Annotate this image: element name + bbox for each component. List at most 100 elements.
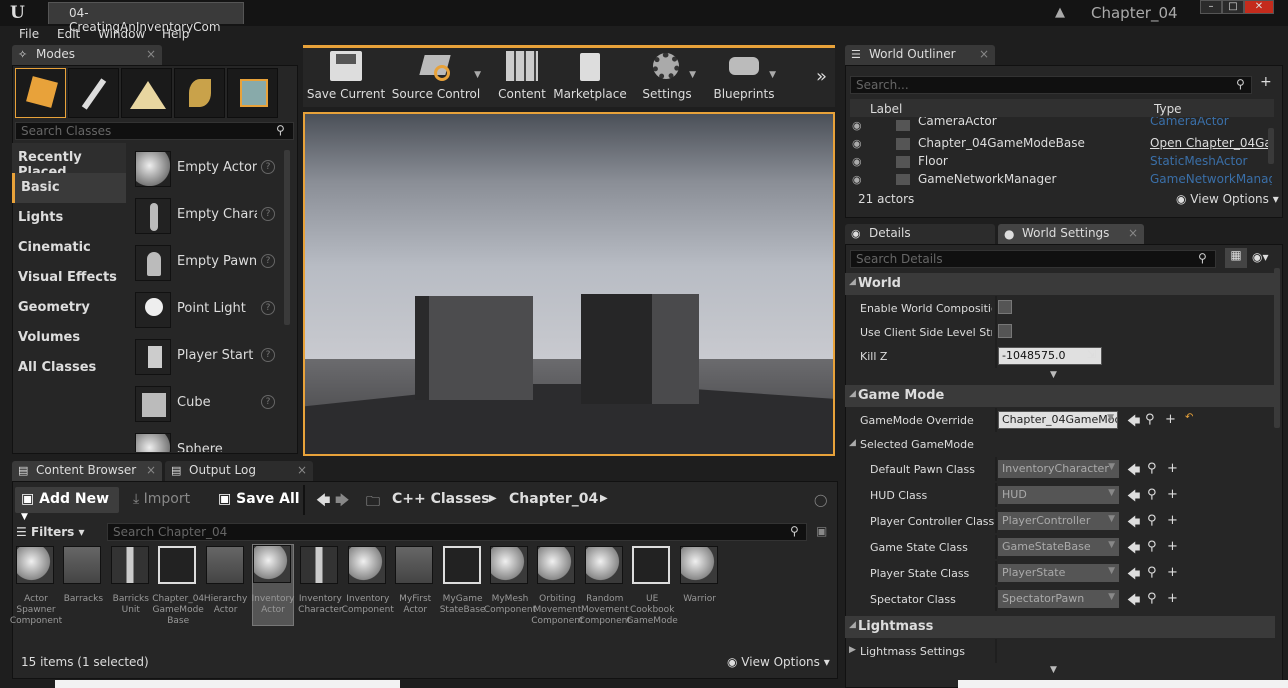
prop-selected-gamemode[interactable]: ◢ Selected GameMode (845, 432, 1275, 456)
help-icon[interactable]: ? (261, 348, 275, 362)
toolbar-overflow-icon[interactable]: » (816, 66, 827, 87)
lock-icon[interactable]: ◯ (814, 493, 827, 507)
visibility-eye-icon[interactable]: ◉ (852, 155, 862, 168)
import-button[interactable]: ⤓ Import (133, 491, 190, 507)
expand-advanced-icon[interactable]: ▼ (1050, 370, 1057, 380)
details-search-input[interactable]: Search Details (850, 250, 1216, 268)
geometry-mode-button[interactable] (227, 68, 278, 118)
add-actor-icon[interactable]: + (1260, 74, 1272, 90)
details-scrollbar[interactable] (1274, 268, 1280, 428)
add-icon[interactable]: + (1165, 412, 1176, 427)
menu-window[interactable]: Window (98, 27, 145, 41)
tab-world-settings[interactable]: ● World Settings × (998, 224, 1144, 244)
hud-class-combo[interactable]: HUD ▼ (998, 486, 1119, 504)
content-item[interactable] (205, 546, 246, 586)
maximize-button[interactable]: □ (1222, 0, 1244, 14)
use-client-side-checkbox[interactable] (998, 324, 1012, 338)
use-selected-arrow-icon[interactable]: 🡄 (1127, 487, 1140, 509)
gamemode-override-combo[interactable]: Chapter_04GameMoc ▼ (998, 411, 1118, 429)
default-pawn-class-combo[interactable]: InventoryCharacter ▼ (998, 460, 1119, 478)
close-icon[interactable]: × (1128, 226, 1138, 240)
category-visual-effects[interactable]: Visual Effects (12, 263, 126, 293)
use-selected-arrow-icon[interactable]: 🡄 (1127, 591, 1140, 613)
help-icon[interactable]: ? (261, 395, 275, 409)
content-item[interactable] (16, 546, 56, 586)
settings-button[interactable]: Settings ▼ (634, 48, 700, 104)
foliage-mode-button[interactable] (174, 68, 225, 118)
paint-mode-button[interactable] (68, 68, 119, 118)
tab-modes[interactable]: ✧ Modes × (12, 45, 162, 65)
content-button[interactable]: Content (496, 48, 548, 104)
add-icon[interactable]: + (1167, 513, 1178, 528)
reset-to-default-icon[interactable]: ↶ (1185, 412, 1193, 423)
add-icon[interactable]: + (1167, 461, 1178, 476)
tab-world-outliner[interactable]: ☰ World Outliner × (845, 45, 995, 65)
category-cinematic[interactable]: Cinematic (12, 233, 126, 263)
breadcrumb-separator-icon[interactable]: ▶ (600, 493, 608, 504)
menu-edit[interactable]: Edit (57, 27, 80, 41)
game-state-class-combo[interactable]: GameStateBase ▼ (998, 538, 1119, 556)
filters-button[interactable]: ☰ Filters ▾ (16, 525, 85, 539)
minimize-button[interactable]: – (1200, 0, 1222, 14)
content-item[interactable] (110, 546, 151, 586)
tab-content-browser[interactable]: ▤ Content Browser × (12, 461, 162, 481)
menu-file[interactable]: File (19, 27, 39, 41)
close-icon[interactable]: × (146, 47, 156, 61)
content-item[interactable] (347, 546, 388, 586)
asset-empty-actor[interactable]: Empty Actor? (130, 146, 280, 192)
content-item[interactable] (158, 546, 198, 586)
document-tab[interactable]: 04-CreatingAnInventoryCom (48, 2, 244, 34)
player-state-class-combo[interactable]: PlayerState ▼ (998, 564, 1119, 582)
category-volumes[interactable]: Volumes (12, 323, 126, 353)
close-icon[interactable]: × (297, 463, 307, 477)
expand-advanced-icon[interactable]: ▼ (1050, 665, 1057, 675)
content-item[interactable] (442, 546, 483, 586)
graduation-cap-icon[interactable]: ▲ (1055, 5, 1073, 21)
marketplace-button[interactable]: Marketplace (553, 48, 627, 104)
outliner-view-options[interactable]: ◉ View Options ▾ (1176, 192, 1279, 206)
browse-search-icon[interactable]: ⚲ (1147, 487, 1157, 502)
add-icon[interactable]: + (1167, 591, 1178, 606)
save-current-button[interactable]: Save Current (306, 48, 386, 104)
content-item[interactable] (300, 546, 340, 586)
section-lightmass[interactable]: ◢ Lightmass (845, 616, 1275, 638)
browse-search-icon[interactable]: ⚲ (1147, 591, 1157, 606)
visibility-eye-icon[interactable]: ◉ (852, 119, 862, 131)
player-controller-class-combo[interactable]: PlayerController ▼ (998, 512, 1119, 530)
content-item[interactable] (679, 546, 720, 586)
use-selected-arrow-icon[interactable]: 🡄 (1127, 461, 1140, 483)
content-search-input[interactable]: Search Chapter_04 (107, 523, 807, 541)
view-options-eye-icon[interactable]: ◉▾ (1252, 250, 1269, 264)
visibility-eye-icon[interactable]: ◉ (852, 173, 862, 185)
outliner-search-input[interactable]: Search... (850, 76, 1252, 94)
add-icon[interactable]: + (1167, 487, 1178, 502)
outliner-row[interactable]: ◉ Floor StaticMeshActor (850, 153, 1274, 171)
category-all-classes[interactable]: All Classes (12, 353, 126, 383)
save-search-icon[interactable]: ▣ (816, 524, 827, 538)
browse-search-icon[interactable]: ⚲ (1147, 565, 1157, 580)
outliner-scrollbar[interactable] (1268, 128, 1274, 164)
outliner-row[interactable]: ◉ GameNetworkManager GameNetworkManag (850, 171, 1274, 185)
viewport[interactable] (303, 112, 835, 456)
modes-scrollbar[interactable] (284, 150, 290, 325)
breadcrumb-cpp-classes[interactable]: C++ Classes (392, 491, 490, 507)
use-selected-arrow-icon[interactable]: 🡄 (1127, 412, 1140, 434)
prop-lightmass-settings[interactable]: ▶ Lightmass Settings (845, 639, 1275, 663)
asset-point-light[interactable]: Point Light? (130, 287, 280, 333)
category-basic[interactable]: Basic (12, 173, 126, 203)
close-icon[interactable]: × (146, 463, 156, 477)
use-selected-arrow-icon[interactable]: 🡄 (1127, 539, 1140, 561)
content-item[interactable] (395, 546, 435, 586)
content-item[interactable] (632, 546, 672, 586)
tab-details[interactable]: ◉ Details (845, 224, 995, 244)
browse-search-icon[interactable]: ⚲ (1147, 513, 1157, 528)
browse-search-icon[interactable]: ⚲ (1147, 461, 1157, 476)
section-game-mode[interactable]: ◢ Game Mode (845, 385, 1275, 407)
back-arrow-icon[interactable]: 🡄 (316, 490, 330, 514)
save-all-button[interactable]: ▣ Save All (218, 491, 300, 507)
asset-player-start[interactable]: Player Start? (130, 334, 280, 380)
search-classes-input[interactable]: Search Classes (15, 122, 294, 140)
close-icon[interactable]: × (979, 47, 989, 61)
reset-icon[interactable]: ⇲ (1087, 348, 1096, 361)
breadcrumb-separator-icon[interactable]: ▶ (489, 493, 497, 504)
